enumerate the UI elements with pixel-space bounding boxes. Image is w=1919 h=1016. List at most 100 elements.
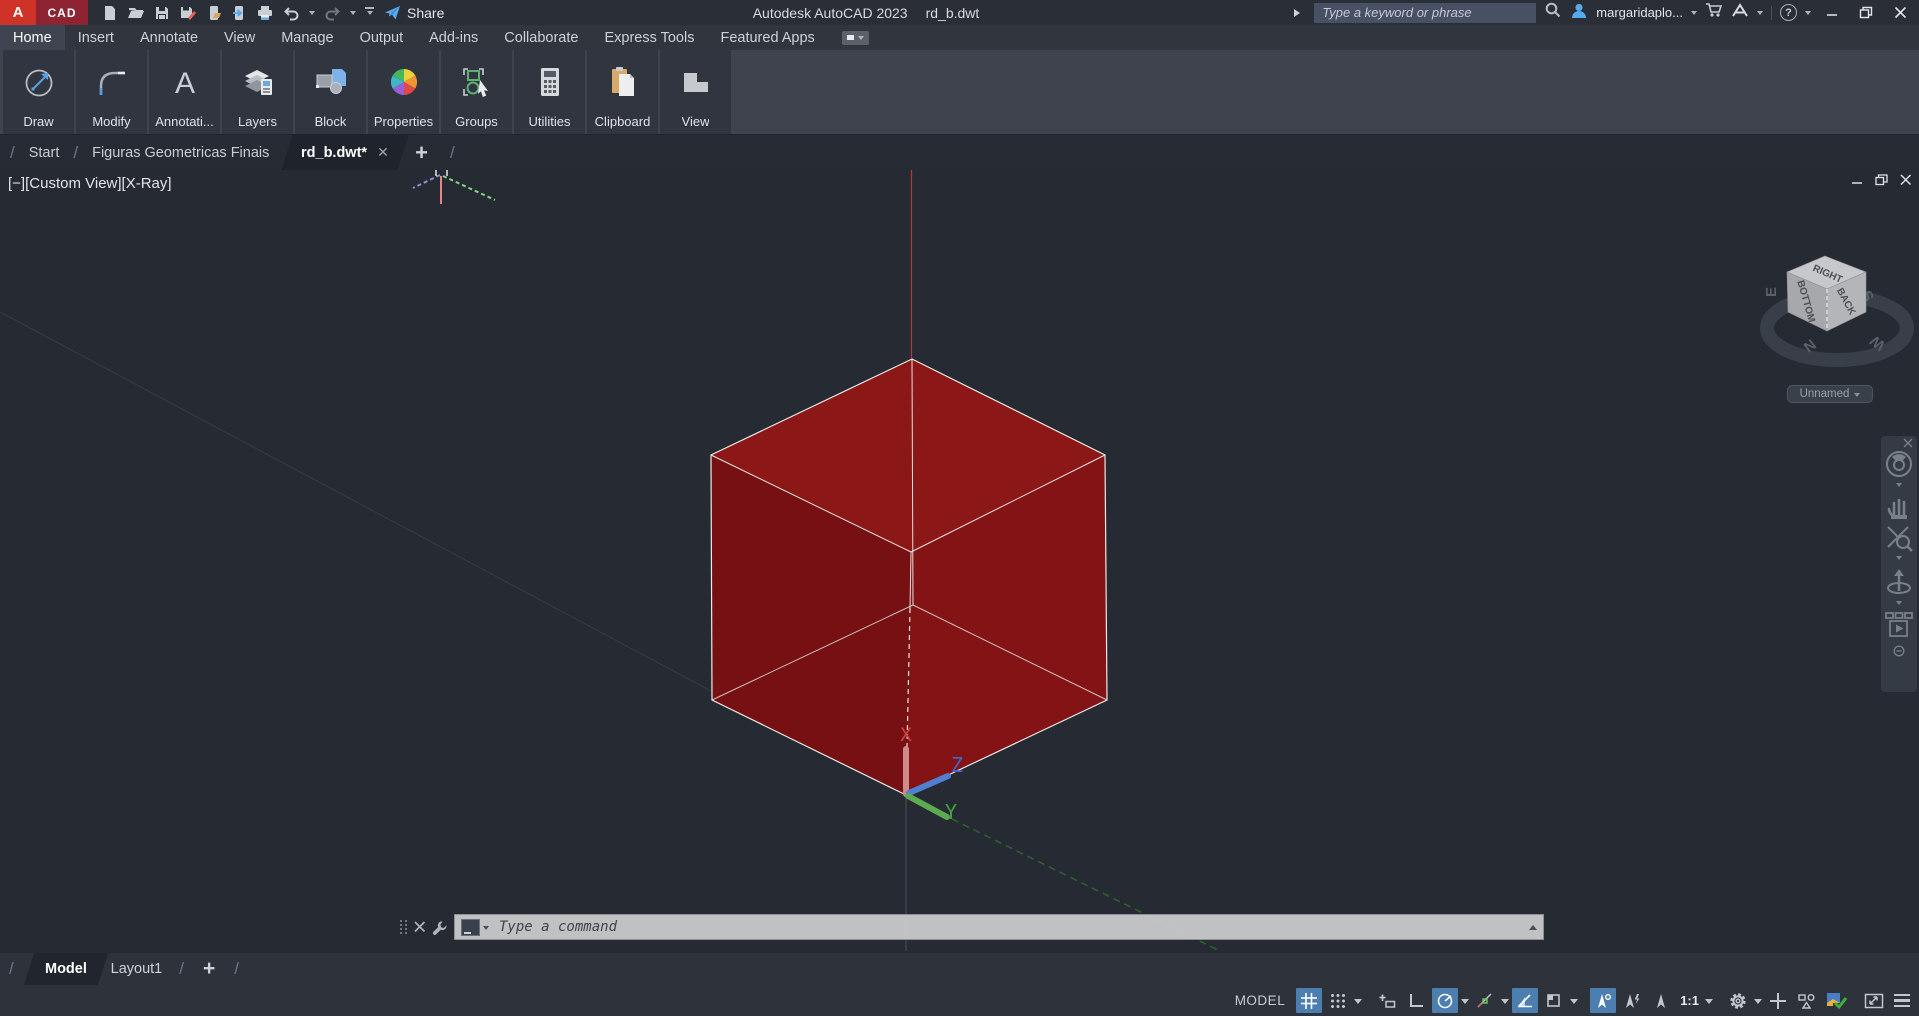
file-tab-active[interactable]: rd_b.dwt* ✕ [282, 135, 409, 170]
search-button[interactable] [1544, 1, 1562, 24]
zoom-extents-icon[interactable] [1884, 523, 1914, 553]
tab-manage[interactable]: Manage [268, 25, 346, 50]
annotation-scale-value[interactable]: 1:1 [1677, 993, 1702, 1008]
restore-button[interactable] [1853, 0, 1879, 25]
navbar-close-icon[interactable] [1903, 438, 1913, 448]
redo-dropdown[interactable] [350, 11, 356, 18]
panel-block[interactable]: Block [295, 50, 366, 134]
command-line-close-icon[interactable] [414, 921, 426, 933]
customization-button[interactable] [1890, 994, 1914, 1008]
tab-layout1[interactable]: Layout1 [103, 961, 171, 977]
minimize-button[interactable] [1819, 0, 1845, 25]
panel-view[interactable]: View [660, 50, 731, 134]
annotation-monitor-button[interactable] [1765, 988, 1791, 1013]
account-dropdown[interactable] [1691, 11, 1697, 18]
command-history-toggle[interactable] [1529, 921, 1537, 930]
doc-close-icon[interactable] [1900, 174, 1912, 186]
panel-layers[interactable]: Layers [222, 50, 293, 134]
zoom-caret[interactable] [1896, 556, 1902, 563]
doc-minimize-icon[interactable] [1852, 175, 1863, 186]
navigation-wheel-caret[interactable] [1896, 483, 1902, 490]
close-button[interactable] [1887, 0, 1913, 25]
polar-tracking-toggle[interactable] [1432, 988, 1458, 1013]
annotation-autoscale-toggle[interactable] [1619, 988, 1645, 1013]
save-to-web-mobile-button[interactable] [231, 5, 247, 21]
annotation-scale-caret[interactable] [1705, 999, 1713, 1008]
compass-east-label[interactable]: E [1763, 287, 1780, 297]
lineweight-toggle[interactable] [1541, 988, 1567, 1013]
app-menu-button[interactable]: A CAD [0, 0, 88, 25]
tab-insert[interactable]: Insert [65, 25, 127, 50]
command-input[interactable]: Type a command [454, 914, 1544, 940]
panel-draw[interactable]: Draw [3, 50, 74, 134]
undo-button[interactable] [283, 5, 300, 21]
panel-modify[interactable]: Modify [76, 50, 147, 134]
account-button[interactable] [1570, 2, 1588, 24]
pan-hand-icon[interactable] [1885, 493, 1913, 523]
ucs-selector-button[interactable]: Unnamed [1787, 385, 1873, 403]
file-tab-figuras[interactable]: Figuras Geometricas Finais [88, 145, 273, 161]
username[interactable]: margaridaplo... [1596, 5, 1683, 20]
new-drawing-button[interactable]: + [403, 140, 440, 166]
annotation-scale-icon-button[interactable] [1648, 988, 1674, 1013]
navigation-wheel-icon[interactable] [1884, 448, 1914, 480]
new-file-button[interactable] [102, 5, 118, 21]
command-line-customize-icon[interactable] [432, 920, 447, 935]
help-button[interactable]: ? [1780, 4, 1797, 21]
object-snap-toggle[interactable] [1512, 988, 1538, 1013]
app-store-button[interactable] [1705, 2, 1723, 23]
command-line-drag-handle[interactable] [400, 920, 408, 934]
workspace-switching-button[interactable] [1725, 988, 1751, 1013]
open-from-web-mobile-button[interactable] [206, 5, 222, 21]
panel-utilities[interactable]: Utilities [514, 50, 585, 134]
search-input[interactable] [1314, 3, 1536, 23]
autodesk-menu-button[interactable] [1731, 3, 1749, 23]
snap-toggle[interactable] [1325, 988, 1351, 1013]
grid-toggle[interactable] [1296, 988, 1322, 1013]
help-dropdown[interactable] [1805, 11, 1811, 18]
navbar-collapse-icon[interactable] [1893, 645, 1905, 657]
tab-home[interactable]: Home [0, 25, 65, 50]
clean-screen-button[interactable] [1861, 988, 1887, 1013]
plot-button[interactable] [256, 5, 274, 21]
showmotion-icon[interactable] [1884, 611, 1914, 641]
file-tab-close-icon[interactable]: ✕ [377, 144, 389, 161]
tab-collaborate[interactable]: Collaborate [491, 25, 591, 50]
tab-featured-apps[interactable]: Featured Apps [707, 25, 827, 50]
tab-model[interactable]: Model [24, 953, 108, 985]
doc-restore-icon[interactable] [1875, 174, 1888, 186]
model-space-indicator[interactable]: MODEL [1235, 993, 1286, 1008]
redo-button[interactable] [324, 5, 341, 21]
tab-annotate[interactable]: Annotate [127, 25, 211, 50]
viewport-minimize-control[interactable]: [−] [8, 175, 25, 192]
autodesk-dropdown[interactable] [1757, 11, 1763, 18]
qat-customize-button[interactable] [365, 7, 374, 18]
share-button[interactable]: Share [384, 5, 444, 21]
file-tab-start[interactable]: Start [25, 145, 64, 161]
polar-caret[interactable] [1461, 999, 1469, 1008]
panel-clipboard[interactable]: Clipboard [587, 50, 658, 134]
orbit-icon[interactable] [1884, 566, 1914, 598]
tab-output[interactable]: Output [347, 25, 417, 50]
osnap-tracking-caret[interactable] [1501, 999, 1509, 1008]
save-as-button[interactable] [179, 5, 197, 21]
search-collapse-icon[interactable] [1294, 9, 1304, 17]
panel-annotation[interactable]: A Annotati... [149, 50, 220, 134]
tab-view[interactable]: View [211, 25, 268, 50]
annotation-visibility-toggle[interactable] [1590, 988, 1616, 1013]
workspace-caret[interactable] [1754, 999, 1762, 1008]
viewcube[interactable]: E N W S RIGHT BOTTOM BACK [1753, 248, 1919, 408]
object-snap-tracking-toggle[interactable] [1472, 988, 1498, 1013]
tab-add-ins[interactable]: Add-ins [416, 25, 491, 50]
viewcube-cube[interactable]: RIGHT BOTTOM BACK [1787, 256, 1866, 331]
open-file-button[interactable] [127, 5, 145, 21]
drawing-viewport[interactable]: X Z Y [−] [Custom View] [X-Ray] E N W S [0, 170, 1919, 953]
tab-express-tools[interactable]: Express Tools [591, 25, 707, 50]
viewport-view-control[interactable]: [Custom View] [25, 175, 121, 192]
undo-dropdown[interactable] [309, 11, 315, 18]
dynamic-input-toggle[interactable] [1374, 988, 1400, 1013]
viewport-visual-style-control[interactable]: [X-Ray] [122, 175, 172, 192]
orbit-caret[interactable] [1896, 601, 1902, 608]
save-button[interactable] [154, 5, 170, 21]
recent-commands-caret[interactable] [483, 926, 489, 933]
